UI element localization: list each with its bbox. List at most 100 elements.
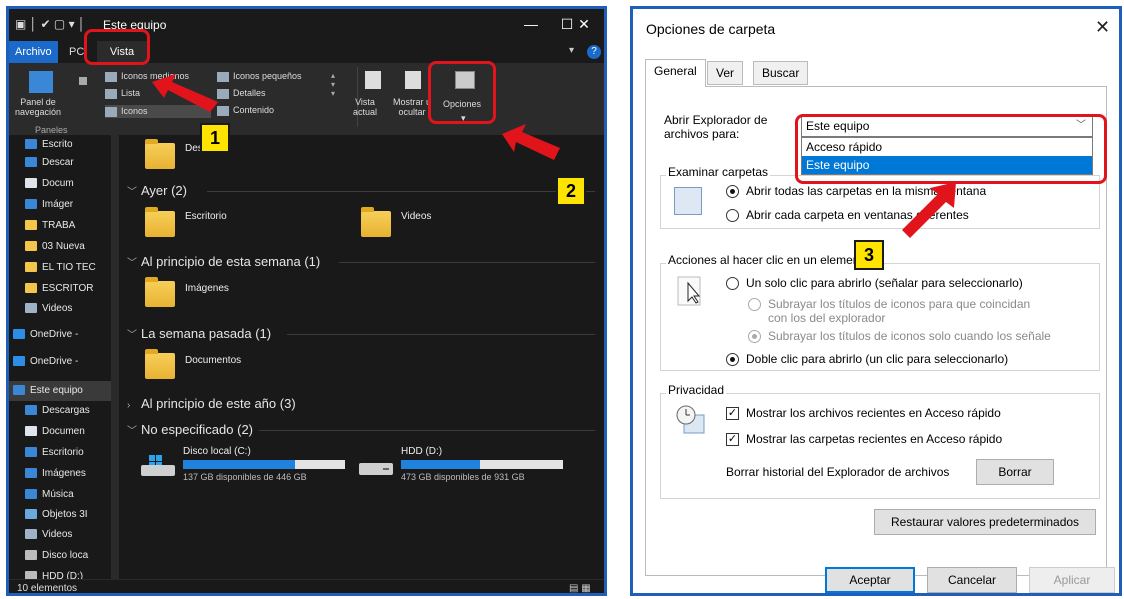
folder-icon <box>25 178 37 189</box>
preview-pane-icon[interactable] <box>79 77 87 85</box>
radio-underline-hover[interactable] <box>748 330 761 343</box>
folder-options-dialog: Opciones de carpeta ✕ General Ver Buscar… <box>630 6 1122 596</box>
sidebar-item[interactable]: Imágenes <box>9 464 111 484</box>
sidebar-item[interactable]: ESCRITOR <box>9 279 111 299</box>
sidebar-item[interactable]: TRABA <box>9 216 111 236</box>
radio-single-click[interactable] <box>726 277 739 290</box>
checkbox-recent-files[interactable]: ✓ <box>726 407 739 420</box>
sidebar-item-label: Escritorio <box>42 447 84 458</box>
folder-icon <box>25 426 37 437</box>
clear-history-label: Borrar historial del Explorador de archi… <box>726 465 950 479</box>
layout-list[interactable]: Lista <box>105 88 140 99</box>
sidebar-item[interactable]: Disco loca <box>9 546 111 566</box>
group-header-anio[interactable]: › Al principio de este año (3) <box>127 396 597 411</box>
sidebar-item[interactable]: Documen <box>9 422 111 442</box>
item-count: 10 elementos <box>17 583 78 594</box>
expand-ribbon-icon[interactable]: ▾ <box>569 45 574 56</box>
quick-access-toolbar[interactable]: ▣ │ ✔ ▢ ▾ │ <box>15 17 85 31</box>
current-view-button[interactable]: Vista actual <box>353 97 377 117</box>
folder-icon <box>25 405 37 416</box>
restore-defaults-button[interactable]: Restaurar valores predeterminados <box>874 509 1096 535</box>
badge-1: 1 <box>200 123 230 153</box>
drive-d[interactable] <box>357 453 397 477</box>
sidebar-item[interactable]: Descar <box>9 153 111 173</box>
tab-buscar[interactable]: Buscar <box>753 61 809 85</box>
item-escritorio[interactable]: Escritorio <box>185 211 227 222</box>
item-videos[interactable]: Videos <box>401 211 431 222</box>
folder-icon <box>25 283 37 294</box>
minimize-icon[interactable]: — <box>513 13 549 35</box>
view-toggle-icon[interactable]: ▤ ▦ <box>569 583 591 593</box>
radio-new-window[interactable] <box>726 209 739 222</box>
show-hide-button[interactable]: Mostrar u ocultar <box>393 97 431 117</box>
sidebar-item-label: Videos <box>42 303 73 314</box>
sidebar-item-label: OneDrive - <box>30 356 79 367</box>
sidebar-item[interactable]: Escritorio <box>9 443 111 463</box>
sidebar-item[interactable]: OneDrive - <box>9 352 111 372</box>
cancel-button[interactable]: Cancelar <box>927 567 1017 593</box>
sidebar-item-label: Imáger <box>42 199 74 210</box>
layout-details[interactable]: Detalles <box>217 88 266 99</box>
layout-content[interactable]: Contenido <box>217 105 274 116</box>
accept-button[interactable]: Aceptar <box>825 567 915 593</box>
sidebar-item[interactable]: Escrito <box>9 135 111 155</box>
badge-2: 2 <box>556 176 586 206</box>
apply-button[interactable]: Aplicar <box>1029 567 1115 593</box>
item-documentos[interactable]: Documentos <box>185 355 241 366</box>
chevron-right-icon: › <box>127 400 131 411</box>
folder-icon <box>145 207 175 237</box>
windows-icon <box>674 187 702 215</box>
highlight-vista-tab <box>84 29 150 65</box>
close-icon[interactable]: ✕ <box>1095 17 1110 38</box>
layout-small-icons[interactable]: Iconos pequeños <box>217 71 302 82</box>
tab-ver[interactable]: Ver <box>707 61 744 85</box>
folder-icon <box>25 220 37 231</box>
group-header-ayer[interactable]: ﹀ Ayer (2) <box>127 183 597 198</box>
sidebar-item-label: Objetos 3I <box>42 509 88 520</box>
navigation-pane-icon[interactable] <box>29 71 53 93</box>
sidebar-item[interactable]: 03 Nueva <box>9 237 111 257</box>
sidebar-item[interactable]: Objetos 3I <box>9 505 111 525</box>
pictures-folder-icon <box>145 277 175 307</box>
sidebar-scrollbar[interactable] <box>111 135 119 579</box>
underline-always-label: Subrayar los títulos de iconos para que … <box>768 297 1031 325</box>
sidebar-item[interactable]: Este equipo <box>9 381 111 401</box>
tab-archivo[interactable]: Archivo <box>9 41 58 63</box>
group-header-semana[interactable]: ﹀ Al principio de esta semana (1) <box>127 254 597 269</box>
sidebar-item[interactable]: Música <box>9 485 111 505</box>
help-icon[interactable]: ? <box>587 45 601 59</box>
radio-double-click[interactable] <box>726 353 739 366</box>
sidebar-item-label: Disco loca <box>42 550 89 561</box>
sidebar-item[interactable]: Videos <box>9 299 111 319</box>
navigation-pane-button[interactable]: Panel de navegación <box>15 97 61 117</box>
sidebar-item[interactable]: Docum <box>9 174 111 194</box>
sidebar-item[interactable]: Descargas <box>9 401 111 421</box>
onedrive-icon <box>13 356 25 367</box>
badge-3: 3 <box>854 240 884 270</box>
group-divider <box>259 430 595 431</box>
close-icon[interactable]: ✕ <box>569 13 599 35</box>
layout-scroll-icon[interactable]: ▴ ▾ ▾ <box>331 71 335 98</box>
recent-files-icon <box>676 405 705 434</box>
checkbox-recent-folders[interactable]: ✓ <box>726 433 739 446</box>
group-header-noesp[interactable]: ﹀ No especificado (2) <box>127 422 597 437</box>
current-view-icon <box>365 71 381 89</box>
radio-same-window[interactable] <box>726 185 739 198</box>
group-header-pasada[interactable]: ﹀ La semana pasada (1) <box>127 326 597 341</box>
tab-general[interactable]: General <box>645 59 706 87</box>
clear-history-button[interactable]: Borrar <box>976 459 1054 485</box>
sidebar-item[interactable]: OneDrive - <box>9 325 111 345</box>
sidebar-item[interactable]: EL TIO TEC <box>9 258 111 278</box>
chevron-down-icon: ﹀ <box>127 258 137 269</box>
radio-underline-always[interactable] <box>748 298 761 311</box>
underline-hover-label: Subrayar los títulos de iconos solo cuan… <box>768 329 1051 343</box>
sidebar-item[interactable]: Videos <box>9 525 111 545</box>
sidebar-item-label: EL TIO TEC <box>42 262 96 273</box>
drive-d-usage-bar <box>401 460 563 469</box>
item-imagenes[interactable]: Imágenes <box>185 283 229 294</box>
drive-c[interactable] <box>139 453 179 477</box>
sidebar-item[interactable]: Imáger <box>9 195 111 215</box>
status-bar: 10 elementos <box>9 579 604 594</box>
dialog-title-bar: Opciones de carpeta ✕ <box>633 9 1119 49</box>
documents-folder-icon <box>145 349 175 379</box>
